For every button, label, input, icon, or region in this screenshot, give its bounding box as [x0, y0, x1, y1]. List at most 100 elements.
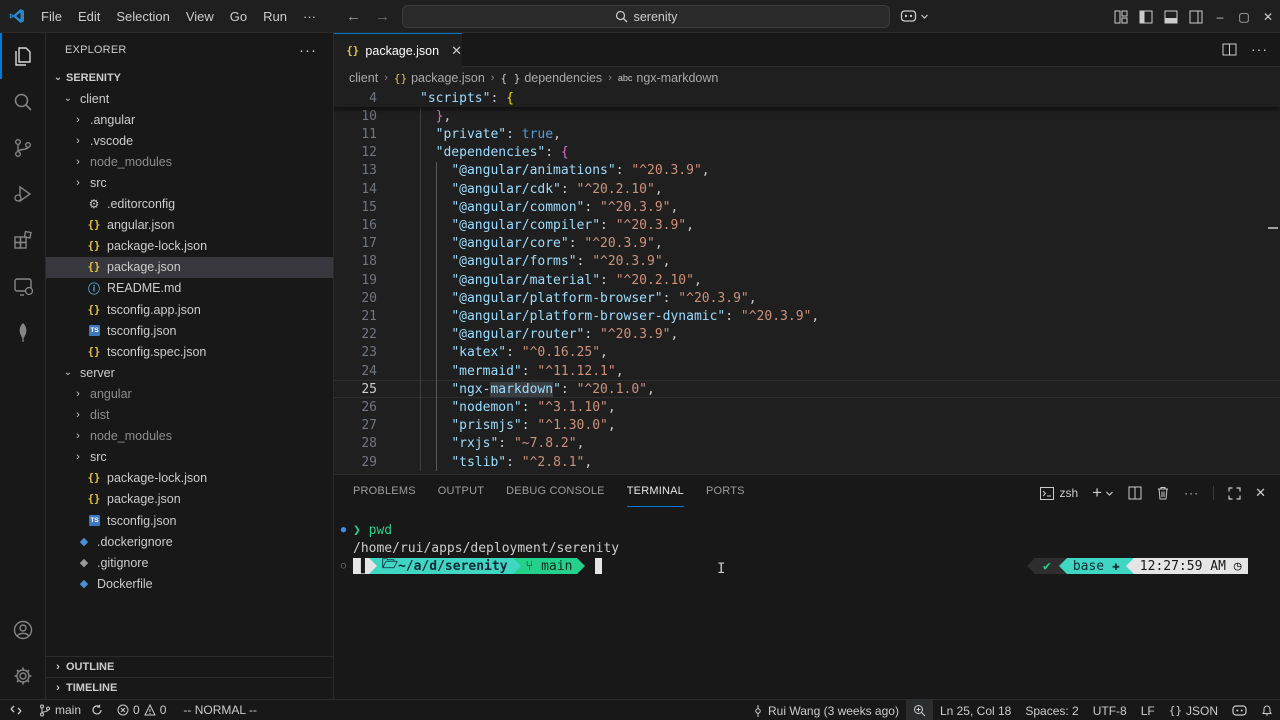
tree-item[interactable]: › dist	[46, 405, 333, 426]
terminal-shell-selector[interactable]: zsh	[1040, 486, 1078, 500]
editor-more-button[interactable]: ···	[1251, 41, 1268, 57]
code-line[interactable]: 20 "@angular/platform-browser": "^20.3.9…	[334, 289, 1280, 307]
tree-item[interactable]: › node_modules	[46, 151, 333, 172]
menu-view[interactable]: View	[178, 0, 222, 32]
back-arrow-icon[interactable]: ←	[346, 8, 361, 25]
maximize-button[interactable]: ▢	[1232, 0, 1256, 33]
new-terminal-button[interactable]: +	[1092, 483, 1114, 503]
accounts-activity[interactable]	[0, 607, 46, 653]
tree-item[interactable]: ◆ Dockerfile	[46, 573, 333, 594]
language-mode[interactable]: {} JSON	[1162, 700, 1225, 720]
menu-run[interactable]: Run	[255, 0, 295, 32]
tree-item[interactable]: TS tsconfig.json	[46, 510, 333, 531]
git-blame-status[interactable]: Rui Wang (3 weeks ago)	[745, 700, 906, 720]
code-line[interactable]: 11 "private": true,	[334, 125, 1280, 143]
panel-more-button[interactable]: ···	[1184, 486, 1199, 500]
code-line[interactable]: 25 "ngx-markdown": "^20.1.0",	[334, 380, 1280, 399]
timeline-section[interactable]: › TIMELINE	[46, 677, 334, 698]
code-line[interactable]: 13 "@angular/animations": "^20.3.9",	[334, 162, 1280, 180]
code-line[interactable]: 28 "rxjs": "~7.8.2",	[334, 435, 1280, 453]
close-window-button[interactable]: ✕	[1256, 0, 1280, 33]
menu-more-button[interactable]: ···	[295, 0, 324, 32]
code-line[interactable]: 19 "@angular/material": "^20.2.10",	[334, 271, 1280, 289]
remote-indicator[interactable]	[0, 700, 32, 720]
workspace-root[interactable]: ⌄ SERENITY	[46, 67, 333, 88]
tree-item[interactable]: ◆ .gitignore	[46, 552, 333, 573]
sticky-scroll-line[interactable]: 4 "scripts": {	[334, 89, 1280, 108]
code-line[interactable]: 17 "@angular/core": "^20.3.9",	[334, 235, 1280, 253]
split-terminal-icon[interactable]	[1128, 486, 1142, 500]
outline-section[interactable]: › OUTLINE	[46, 656, 334, 677]
code-line[interactable]: 22 "@angular/router": "^20.3.9",	[334, 326, 1280, 344]
toggle-primary-sidebar-icon[interactable]	[1133, 0, 1158, 33]
tree-item[interactable]: › src	[46, 447, 333, 468]
manage-activity[interactable]	[0, 653, 46, 699]
code-line[interactable]: 15 "@angular/common": "^20.3.9",	[334, 198, 1280, 216]
sync-icon[interactable]	[91, 704, 103, 716]
tree-item[interactable]: ◆ .dockerignore	[46, 531, 333, 552]
tab-package-json[interactable]: {} package.json ✕	[334, 33, 462, 68]
trash-icon[interactable]	[1156, 486, 1170, 500]
code-line[interactable]: 10 },	[334, 107, 1280, 125]
menu-file[interactable]: File	[33, 0, 70, 32]
breadcrumb-key[interactable]: ngx-markdown	[636, 71, 718, 85]
forward-arrow-icon[interactable]: →	[375, 8, 390, 25]
split-editor-icon[interactable]	[1222, 42, 1237, 57]
tree-item[interactable]: › node_modules	[46, 426, 333, 447]
cursor-position[interactable]: Ln 25, Col 18	[933, 700, 1018, 720]
breadcrumb-file[interactable]: package.json	[411, 71, 485, 85]
tab-problems[interactable]: PROBLEMS	[353, 475, 416, 507]
code-line[interactable]: 24 "mermaid": "^11.12.1",	[334, 362, 1280, 380]
copilot-status[interactable]	[1225, 700, 1254, 720]
tree-item[interactable]: › .vscode	[46, 130, 333, 151]
tree-item[interactable]: › .angular	[46, 109, 333, 130]
tab-terminal[interactable]: TERMINAL	[626, 475, 684, 507]
terminal-output[interactable]: ● ❯ pwd /home/rui/apps/deployment/sereni…	[334, 521, 1280, 575]
code-line[interactable]: 14 "@angular/cdk": "^20.2.10",	[334, 180, 1280, 198]
code-editor[interactable]: 4 "scripts": { 10 }, 11 "private": true, 1…	[334, 89, 1280, 474]
tree-item[interactable]: {} tsconfig.spec.json	[46, 341, 333, 362]
code-line[interactable]: 23 "katex": "^0.16.25",	[334, 344, 1280, 362]
tree-item[interactable]: {} angular.json	[46, 215, 333, 236]
extensions-activity[interactable]	[0, 217, 46, 263]
code-line[interactable]: 18 "@angular/forms": "^20.3.9",	[334, 253, 1280, 271]
tree-item[interactable]: ⌄ server	[46, 362, 333, 383]
source-control-activity[interactable]	[0, 125, 46, 171]
problems-status[interactable]: 0 0	[110, 700, 173, 720]
remote-explorer-activity[interactable]	[0, 263, 46, 309]
vscode-logo-icon[interactable]	[0, 0, 33, 33]
code-line[interactable]: 29 "tslib": "^2.8.1",	[334, 453, 1280, 471]
code-line[interactable]: 26 "nodemon": "^3.1.10",	[334, 398, 1280, 416]
tab-debug-console[interactable]: DEBUG CONSOLE	[506, 475, 605, 507]
customize-layout-icon[interactable]	[1108, 0, 1133, 33]
code-line[interactable]: 27 "prismjs": "^1.30.0",	[334, 417, 1280, 435]
git-branch-status[interactable]: main	[32, 700, 110, 720]
tree-item[interactable]: › src	[46, 172, 333, 193]
vim-mode[interactable]: -- NORMAL --	[173, 700, 264, 720]
maximize-panel-icon[interactable]	[1228, 486, 1241, 500]
code-line[interactable]: 12 "dependencies": {	[334, 144, 1280, 162]
tree-item[interactable]: ⓘ README.md	[46, 278, 333, 299]
notifications-status[interactable]	[1254, 700, 1280, 720]
tab-ports[interactable]: PORTS	[706, 475, 745, 507]
tree-item[interactable]: › angular	[46, 383, 333, 404]
copilot-button[interactable]	[900, 6, 929, 26]
zoom-status[interactable]	[905, 700, 933, 720]
code-line[interactable]: 21 "@angular/platform-browser-dynamic": …	[334, 307, 1280, 325]
tree-item[interactable]: TS tsconfig.json	[46, 320, 333, 341]
tree-item[interactable]: ⚙ .editorconfig	[46, 194, 333, 215]
explorer-activity[interactable]	[0, 33, 46, 79]
tree-item[interactable]: ⌄ client	[46, 88, 333, 109]
tab-output[interactable]: OUTPUT	[438, 475, 484, 507]
tree-item[interactable]: {} package-lock.json	[46, 236, 333, 257]
close-panel-icon[interactable]: ✕	[1255, 485, 1266, 501]
tree-item[interactable]: {} tsconfig.app.json	[46, 299, 333, 320]
close-icon[interactable]: ✕	[451, 43, 462, 59]
breadcrumb-object[interactable]: dependencies	[524, 71, 602, 85]
minimize-button[interactable]: –	[1208, 0, 1232, 33]
explorer-more-button[interactable]: ···	[299, 42, 317, 59]
menu-edit[interactable]: Edit	[70, 0, 108, 32]
end-of-line[interactable]: LF	[1134, 700, 1162, 720]
indentation[interactable]: Spaces: 2	[1018, 700, 1085, 720]
tree-item[interactable]: {} package-lock.json	[46, 468, 333, 489]
